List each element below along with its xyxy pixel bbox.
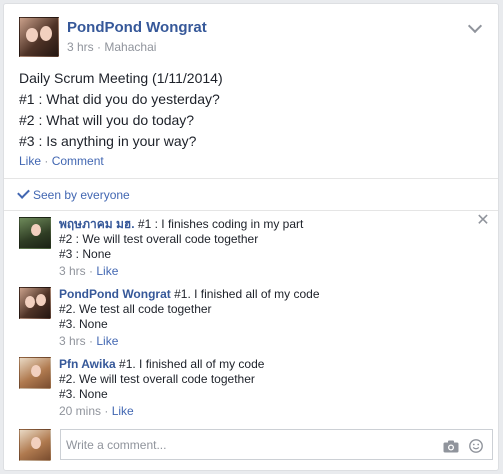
comment-line: #3. None	[59, 387, 108, 401]
post-body: Daily Scrum Meeting (1/11/2014) #1 : Wha…	[19, 68, 223, 152]
post-time[interactable]: 3 hrs	[67, 40, 94, 54]
commenter-avatar[interactable]	[19, 357, 51, 389]
commenter-avatar[interactable]	[19, 217, 51, 249]
check-icon	[17, 186, 30, 199]
comment-box	[60, 429, 493, 460]
like-button[interactable]: Like	[19, 154, 41, 168]
comment-line: #1. I finished all of my code	[174, 287, 320, 301]
post-meta: 3 hrs · Mahachai	[67, 40, 156, 54]
comment-time[interactable]: 3 hrs	[59, 264, 86, 278]
divider	[4, 210, 498, 211]
seen-by: Seen by everyone	[17, 186, 130, 202]
divider	[4, 178, 498, 179]
post-line: #3 : Is anything in your way?	[19, 133, 197, 149]
comment: Pfn Awika #1. I finished all of my code …	[59, 357, 479, 419]
comment-time[interactable]: 20 mins	[59, 404, 101, 418]
post-author-name[interactable]: PondPond Wongrat	[67, 19, 207, 36]
comment-author[interactable]: PondPond Wongrat	[59, 287, 171, 301]
author-avatar[interactable]	[19, 17, 59, 57]
comment-like-button[interactable]: Like	[96, 334, 118, 348]
post-location[interactable]: Mahachai	[104, 40, 156, 54]
comment-author[interactable]: Pfn Awika	[59, 357, 116, 371]
comment-line: #1 : I finishes coding in my part	[137, 217, 304, 231]
comment-line: #2 : We will test overall code together	[59, 232, 259, 246]
post-card: PondPond Wongrat 3 hrs · Mahachai Daily …	[3, 3, 499, 471]
comment-line: #2. We test all code together	[59, 302, 212, 316]
comment: PondPond Wongrat #1. I finished all of m…	[59, 287, 479, 349]
comment-author[interactable]: พฤษภาคม มฮ.	[59, 217, 135, 231]
comment-line: #3 : None	[59, 247, 112, 261]
smiley-icon[interactable]	[469, 439, 483, 453]
comment-button[interactable]: Comment	[52, 154, 104, 168]
meta-separator: ·	[97, 40, 102, 54]
camera-icon[interactable]	[443, 440, 459, 453]
comment-like-button[interactable]: Like	[96, 264, 118, 278]
seen-by-label[interactable]: Seen by everyone	[33, 188, 130, 202]
post-actions: Like · Comment	[19, 154, 104, 168]
post-line: #2 : What will you do today?	[19, 112, 195, 128]
comment-line: #1. I finished all of my code	[119, 357, 265, 371]
close-icon[interactable]: ✕	[476, 213, 490, 229]
commenter-avatar[interactable]	[19, 287, 51, 319]
chevron-down-icon[interactable]	[467, 18, 483, 34]
action-separator: ·	[44, 154, 52, 168]
comment-input[interactable]	[66, 436, 426, 454]
comment-time[interactable]: 3 hrs	[59, 334, 86, 348]
comment: พฤษภาคม มฮ. #1 : I finishes coding in my…	[59, 217, 459, 279]
post-line: Daily Scrum Meeting (1/11/2014)	[19, 70, 223, 86]
comment-like-button[interactable]: Like	[112, 404, 134, 418]
user-avatar[interactable]	[19, 429, 51, 461]
comment-line: #3. None	[59, 317, 108, 331]
post-line: #1 : What did you do yesterday?	[19, 91, 220, 107]
comment-line: #2. We will test overall code together	[59, 372, 255, 386]
